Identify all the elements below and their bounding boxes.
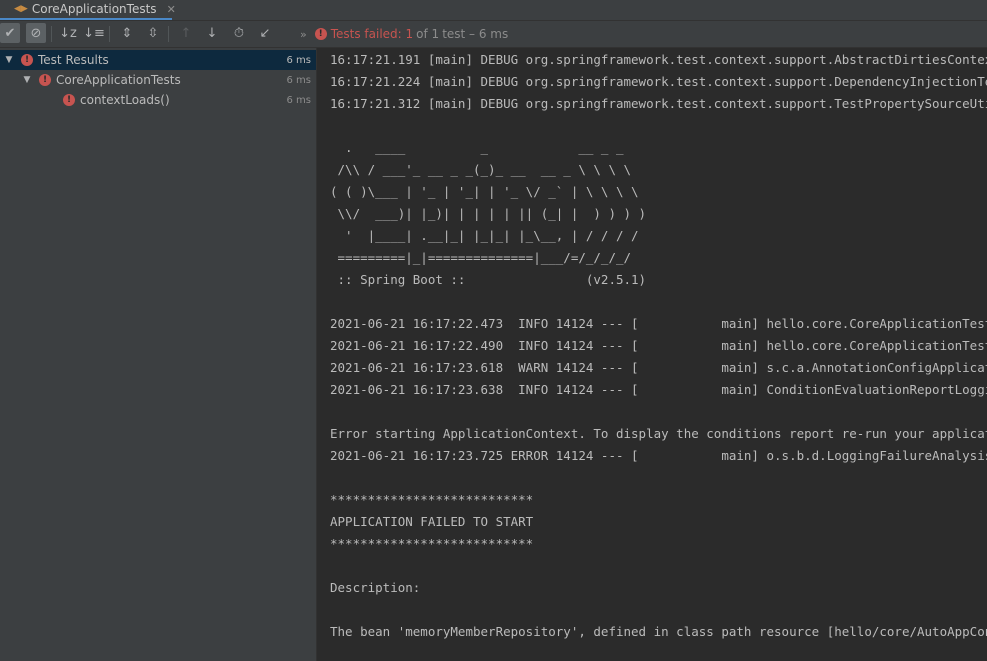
expand-all-button[interactable]: ⇕ [117, 23, 137, 43]
console-line: Error starting ApplicationContext. To di… [330, 426, 987, 441]
tree-node[interactable]: ▼! Test Results 6 ms [0, 50, 316, 70]
sort-alphabetically-button[interactable]: ↓z [58, 23, 78, 43]
test-runner-toolbar: » ! Tests failed: 1 of 1 test – 6 ms ✔ ⊘ ↓… [0, 21, 987, 48]
chevron-down-icon[interactable]: ▼ [21, 75, 33, 85]
sort-alphabetically-icon: ↓z [59, 25, 77, 41]
console-line: Description: [330, 580, 421, 595]
console-line: \\/ ___)| |_)| | | | | || (_| | ) ) ) ) [330, 206, 647, 221]
export-results-button[interactable]: ↙ [255, 23, 275, 43]
console-line: =========|_|==============|___/=/_/_/_/ [330, 250, 632, 265]
chevron-down-icon[interactable]: ▼ [3, 55, 15, 65]
console-line: /\\ / ___'_ __ _ _(_)_ __ __ _ \ \ \ \ [330, 162, 632, 177]
tab-core-application-tests[interactable]: ◀▶ CoreApplicationTests ✕ [0, 0, 176, 20]
show-ignored-button[interactable]: ⊘ [26, 23, 46, 43]
console-line: . ____ _ __ _ _ [330, 140, 624, 155]
test-failed-icon: ! [21, 54, 33, 66]
show-ignored-icon: ⊘ [30, 25, 42, 41]
tree-node-duration: 6 ms [286, 74, 312, 86]
sort-by-duration-button[interactable]: ↓≡ [83, 23, 105, 43]
tree-node[interactable]: ▼! CoreApplicationTests 6 ms [0, 70, 316, 90]
more-actions-icon[interactable]: » [300, 28, 307, 41]
close-icon[interactable]: ✕ [167, 3, 176, 16]
show-passed-button[interactable]: ✔ [0, 23, 20, 43]
run-config-icon: ◀▶ [14, 4, 28, 14]
console-line: *************************** [330, 536, 534, 551]
console-line: The bean 'memoryMemberRepository', defin… [330, 624, 987, 639]
console-line: APPLICATION FAILED TO START [330, 514, 534, 529]
tree-node-label: contextLoads() [80, 93, 170, 107]
tree-node[interactable]: ! contextLoads() 6 ms [0, 90, 316, 110]
tree-node-label: Test Results [38, 53, 109, 67]
tab-bar: ◀▶ CoreApplicationTests ✕ [0, 0, 987, 21]
tests-failed-text: Tests failed: 1 [330, 27, 414, 41]
next-failed-button[interactable]: ↓ [202, 23, 222, 43]
test-results-tree: ▼! Test Results 6 ms ▼! CoreApplicationTests… [0, 48, 317, 661]
show-passed-icon: ✔ [4, 25, 16, 41]
console-line: 2021-06-21 16:17:23.725 ERROR 14124 --- … [330, 448, 987, 463]
next-failed-icon: ↓ [206, 25, 218, 41]
tree-node-duration: 6 ms [286, 54, 312, 66]
test-failed-icon: ! [39, 74, 51, 86]
previous-failed-icon: ↑ [180, 25, 192, 41]
collapse-all-icon: ⇳ [147, 25, 159, 41]
test-failed-icon: ! [63, 94, 75, 106]
test-history-icon: ⏱ [233, 25, 245, 41]
tree-node-label: CoreApplicationTests [56, 73, 181, 87]
console-output[interactable]: 16:17:21.191 [main] DEBUG org.springfram… [317, 48, 987, 661]
console-line: ( ( )\___ | '_ | '_| | '_ \/ _` | \ \ \ … [330, 184, 639, 199]
tree-node-duration: 6 ms [286, 94, 312, 106]
sort-by-duration-icon: ↓≡ [83, 25, 105, 41]
collapse-all-button[interactable]: ⇳ [143, 23, 163, 43]
export-results-icon: ↙ [259, 25, 271, 41]
toolbar-separator [109, 26, 110, 42]
console-line: 2021-06-21 16:17:22.490 INFO 14124 --- [… [330, 338, 987, 353]
console-line: 2021-06-21 16:17:23.618 WARN 14124 --- [… [330, 360, 987, 375]
test-history-button[interactable]: ⏱ [229, 23, 249, 43]
console-line: *************************** [330, 492, 534, 507]
console-line: 2021-06-21 16:17:23.638 INFO 14124 --- [… [330, 382, 987, 397]
console-line: 16:17:21.191 [main] DEBUG org.springfram… [330, 52, 987, 67]
test-status: » ! Tests failed: 1 of 1 test – 6 ms [300, 21, 508, 47]
console-line: 2021-06-21 16:17:22.473 INFO 14124 --- [… [330, 316, 987, 331]
tests-duration-text: test – 6 ms [442, 27, 509, 41]
expand-all-icon: ⇕ [121, 25, 133, 41]
previous-failed-button[interactable]: ↑ [176, 23, 196, 43]
tab-title: CoreApplicationTests [31, 2, 157, 16]
tests-total-text: of 1 [416, 27, 440, 41]
console-line: ' |____| .__|_| |_|_| |_\__, | / / / / [330, 228, 639, 243]
toolbar-separator [168, 26, 169, 42]
toolbar-separator [51, 26, 52, 42]
error-icon: ! [314, 28, 327, 40]
console-line: 16:17:21.312 [main] DEBUG org.springfram… [330, 96, 987, 111]
console-line: :: Spring Boot :: (v2.5.1) [330, 272, 647, 287]
console-line: 16:17:21.224 [main] DEBUG org.springfram… [330, 74, 987, 89]
